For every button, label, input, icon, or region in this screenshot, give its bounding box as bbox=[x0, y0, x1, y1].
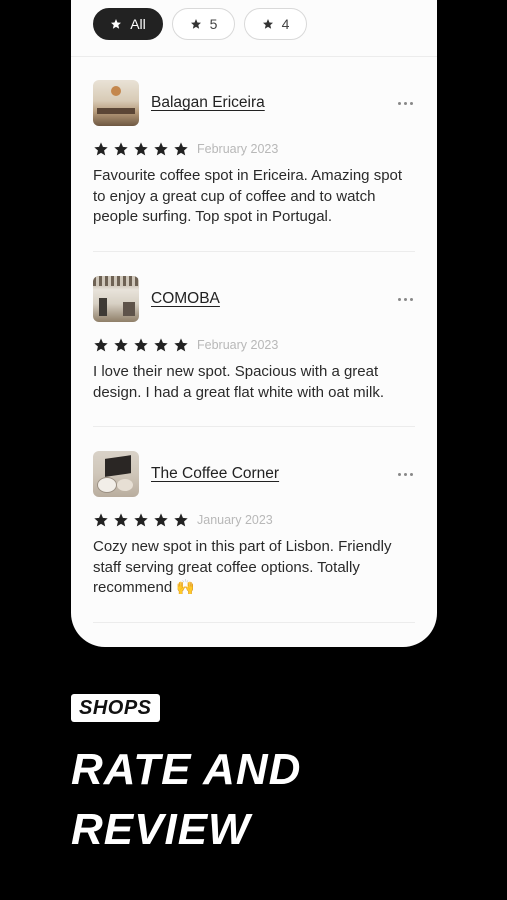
shop-thumbnail[interactable] bbox=[93, 276, 139, 322]
star-icon bbox=[262, 19, 273, 29]
review-date: January 2023 bbox=[197, 513, 273, 527]
star-icon bbox=[154, 513, 168, 527]
star-icon bbox=[114, 338, 128, 352]
category-badge: SHOPS bbox=[71, 694, 160, 722]
shop-name-link[interactable]: The Coffee Corner bbox=[151, 465, 398, 483]
promo-headline-line1: RATE AND bbox=[71, 745, 302, 794]
star-icon bbox=[134, 338, 148, 352]
shop-thumbnail[interactable] bbox=[93, 80, 139, 126]
review-card: COMOBA February 2023 I love their new sp… bbox=[93, 276, 415, 403]
rating-filter-bar: All 5 4 bbox=[93, 8, 307, 40]
filter-4-chip[interactable]: 4 bbox=[244, 8, 307, 40]
star-icon bbox=[174, 338, 188, 352]
review-date: February 2023 bbox=[197, 142, 279, 156]
star-icon bbox=[154, 142, 168, 156]
star-icon bbox=[190, 19, 201, 29]
promo-headline: RATE AND REVIEW bbox=[71, 740, 301, 860]
review-date: February 2023 bbox=[197, 338, 279, 352]
star-rating bbox=[93, 512, 189, 528]
star-icon bbox=[94, 142, 108, 156]
star-icon bbox=[114, 142, 128, 156]
star-rating bbox=[93, 337, 189, 353]
promo-headline-line2: REVIEW bbox=[71, 805, 251, 854]
shop-name-link[interactable]: COMOBA bbox=[151, 290, 398, 308]
filter-5-chip[interactable]: 5 bbox=[172, 8, 235, 40]
review-divider bbox=[93, 622, 415, 623]
filter-all-chip[interactable]: All bbox=[93, 8, 163, 40]
review-divider bbox=[93, 251, 415, 252]
filter-5-label: 5 bbox=[209, 16, 218, 32]
review-text: Cozy new spot in this part of Lisbon. Fr… bbox=[93, 538, 392, 596]
star-rating bbox=[93, 141, 189, 157]
review-card: Balagan Ericeira February 2023 Favourite… bbox=[93, 80, 415, 228]
more-options-icon[interactable] bbox=[398, 472, 413, 476]
shop-name-link[interactable]: Balagan Ericeira bbox=[151, 94, 398, 112]
star-icon bbox=[134, 513, 148, 527]
star-icon bbox=[154, 338, 168, 352]
star-icon bbox=[134, 142, 148, 156]
star-icon bbox=[114, 513, 128, 527]
review-divider bbox=[93, 426, 415, 427]
phone-screen: All 5 4 Balagan Ericeira February 2023 F… bbox=[71, 0, 437, 647]
review-text: I love their new spot. Spacious with a g… bbox=[93, 363, 384, 401]
filter-4-label: 4 bbox=[281, 16, 290, 32]
more-options-icon[interactable] bbox=[398, 101, 413, 105]
filter-all-label: All bbox=[130, 16, 146, 32]
review-text: Favourite coffee spot in Ericeira. Amazi… bbox=[93, 167, 403, 225]
shop-thumbnail[interactable] bbox=[93, 451, 139, 497]
review-card: The Coffee Corner January 2023 Cozy new … bbox=[93, 451, 415, 599]
star-icon bbox=[174, 142, 188, 156]
star-icon bbox=[94, 513, 108, 527]
more-options-icon[interactable] bbox=[398, 297, 413, 301]
star-icon bbox=[174, 513, 188, 527]
star-icon bbox=[111, 19, 122, 29]
filter-divider bbox=[71, 56, 437, 57]
star-icon bbox=[94, 338, 108, 352]
